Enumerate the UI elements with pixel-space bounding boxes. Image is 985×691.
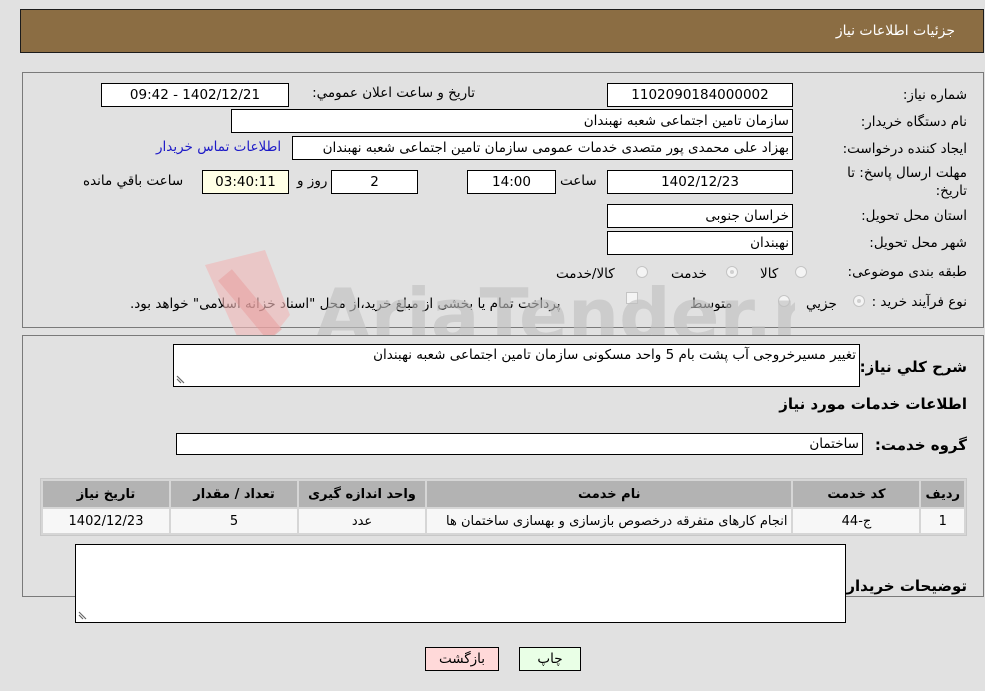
need-number-field[interactable]: 1102090184000002 [607, 83, 793, 107]
buyer-notes-label: توضیحات خریدار: [840, 577, 967, 595]
deadline-time-field[interactable]: 14:00 [467, 170, 556, 194]
description-text: تغییر مسیرخروجی آب پشت بام 5 واحد مسکونی… [373, 347, 856, 363]
category-radio-service[interactable] [726, 266, 738, 278]
print-button[interactable]: چاپ [519, 647, 581, 671]
buyer-notes-textarea[interactable] [75, 544, 846, 623]
cell-row-number: 1 [921, 509, 964, 533]
cell-service-name: انجام کارهای متفرقه درخصوص بازسازی و بهس… [427, 509, 792, 533]
category-option-service: خدمت [671, 266, 707, 282]
services-heading: اطلاعات خدمات مورد نياز [779, 395, 967, 413]
process-label: نوع فرآیند خرید : [871, 294, 967, 310]
col-row-number: رديف [921, 481, 964, 507]
cell-need-date: 1402/12/23 [43, 509, 169, 533]
description-label: شرح کلي نياز: [859, 358, 967, 376]
deadline-date-field[interactable]: 1402/12/23 [607, 170, 793, 194]
service-group-label: گروه خدمت: [874, 436, 967, 454]
category-radio-goods-service[interactable] [636, 266, 648, 278]
remaining-time-field[interactable]: 03:40:11 [202, 170, 289, 194]
process-radio-minor[interactable] [853, 295, 865, 307]
col-need-date: تاریخ نیاز [43, 481, 169, 507]
col-quantity: تعداد / مقدار [171, 481, 297, 507]
announce-datetime-field[interactable]: 1402/12/21 - 09:42 [101, 83, 289, 107]
province-label: استان محل تحویل: [861, 208, 967, 224]
description-textarea[interactable]: تغییر مسیرخروجی آب پشت بام 5 واحد مسکونی… [173, 344, 860, 387]
resize-handle-icon[interactable] [78, 611, 87, 620]
col-service-code: کد خدمت [793, 481, 920, 507]
process-option-minor: جزيي [806, 296, 837, 312]
cell-quantity: 5 [171, 509, 297, 533]
resize-handle-icon[interactable] [176, 375, 185, 384]
page-header: جزئیات اطلاعات نیاز [20, 9, 984, 53]
service-group-field[interactable]: ساختمان [176, 433, 863, 455]
treasury-note: پرداخت تمام یا بخشی از مبلغ خرید،از محل … [130, 296, 561, 312]
cell-service-code: ج-44 [793, 509, 920, 533]
category-radio-goods[interactable] [795, 266, 807, 278]
deadline-label: مهلت ارسال پاسخ: تا [847, 165, 967, 181]
page-title: جزئیات اطلاعات نیاز [835, 23, 955, 39]
treasury-checkbox[interactable] [626, 292, 638, 304]
table-header-row: رديف کد خدمت نام خدمت واحد اندازه گیری ت… [43, 481, 964, 507]
city-field[interactable]: نهبندان [607, 231, 793, 255]
process-radio-medium[interactable] [778, 295, 790, 307]
cell-unit: عدد [299, 509, 425, 533]
services-table: رديف کد خدمت نام خدمت واحد اندازه گیری ت… [40, 478, 967, 536]
need-number-label: شماره نیاز: [902, 87, 967, 103]
process-option-medium: متوسط [690, 296, 733, 312]
table-row: 1 ج-44 انجام کارهای متفرقه درخصوص بازساز… [43, 509, 964, 533]
buyer-org-field[interactable]: سازمان تامین اجتماعی شعبه نهبندان [231, 109, 793, 133]
city-label: شهر محل تحویل: [869, 235, 967, 251]
category-option-goods-service: کالا/خدمت [556, 266, 615, 282]
deadline-label-date: تاریخ: [935, 183, 967, 199]
province-field[interactable]: خراسان جنوبی [607, 204, 793, 228]
buyer-org-label: نام دستگاه خریدار: [860, 114, 967, 130]
days-label: روز و [297, 173, 328, 189]
creator-label: ایجاد کننده درخواست: [842, 141, 967, 157]
category-label: طبقه بندی موضوعی: [847, 264, 967, 280]
remaining-time-label: ساعت باقي مانده [83, 173, 184, 189]
col-service-name: نام خدمت [427, 481, 792, 507]
buyer-contact-link[interactable]: اطلاعات تماس خریدار [156, 139, 281, 155]
col-unit: واحد اندازه گیری [299, 481, 425, 507]
announce-label: تاریخ و ساعت اعلان عمومي: [312, 85, 475, 101]
back-button[interactable]: بازگشت [425, 647, 499, 671]
deadline-time-label: ساعت [560, 173, 597, 189]
days-remaining-field[interactable]: 2 [331, 170, 418, 194]
category-option-goods: کالا [760, 266, 779, 282]
creator-field[interactable]: بهزاد علی محمدی پور متصدی خدمات عمومی سا… [292, 136, 793, 160]
